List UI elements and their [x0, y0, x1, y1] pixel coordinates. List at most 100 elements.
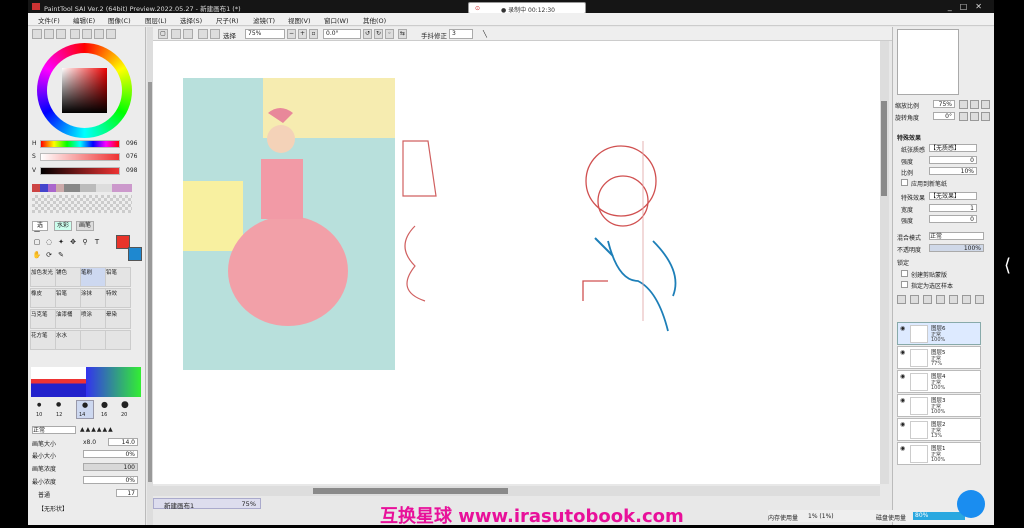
brush-slot[interactable]: 铅笔 — [55, 288, 81, 308]
scratchpad-tab[interactable] — [94, 29, 104, 39]
zoom-fit-icon[interactable] — [981, 100, 990, 109]
line-tool-icon[interactable]: ╲ — [483, 30, 487, 38]
texture-value[interactable]: 17 — [116, 489, 138, 497]
watercolor-select[interactable]: 【无效果】 — [929, 192, 977, 200]
brush-size-dot[interactable]: ● — [101, 400, 108, 409]
scratchpad[interactable] — [32, 195, 132, 213]
apply-brush-checkbox[interactable] — [901, 179, 908, 186]
zoom-reset-button[interactable]: ▫ — [309, 29, 318, 39]
menu-layer[interactable]: 图层(L) — [145, 15, 167, 25]
menu-filter[interactable]: 滤镜(T) — [253, 15, 275, 25]
deselect-button[interactable]: ▢ — [158, 29, 168, 39]
hue-slider[interactable] — [40, 140, 120, 148]
left-scroll-thumb[interactable] — [148, 82, 152, 482]
swatch-tab[interactable] — [70, 29, 80, 39]
layer-row[interactable]: ◉ 图层2 正常 13% — [897, 418, 981, 441]
hscroll-thumb[interactable] — [313, 488, 508, 494]
zoom-field[interactable]: 75% — [245, 29, 285, 39]
maximize-button[interactable]: □ — [960, 2, 976, 11]
zoom-value[interactable]: 75% — [933, 100, 955, 108]
mode-watercolor-tab[interactable]: 水彩 — [54, 221, 72, 231]
opacity-slider[interactable]: 100% — [929, 244, 984, 252]
zoom-tool-icon[interactable]: ⚲ — [80, 237, 90, 247]
fill-button[interactable] — [183, 29, 193, 39]
visibility-eye-icon[interactable]: ◉ — [900, 445, 905, 452]
rotate-ccw-icon[interactable] — [959, 112, 968, 121]
canvas-vscrollbar[interactable] — [880, 41, 889, 484]
vscroll-thumb[interactable] — [881, 101, 887, 196]
effects-title[interactable]: 特殊效果 — [897, 133, 921, 142]
move-icon[interactable]: ✥ — [68, 237, 78, 247]
stabilizer-select[interactable]: 3 — [449, 29, 473, 39]
layer-row[interactable]: ◉ 图层6 正常 100% — [897, 322, 981, 345]
brush-slot[interactable]: 特效 — [105, 288, 131, 308]
clear-layer-icon[interactable] — [949, 295, 958, 304]
brush-shape-icons[interactable]: ▲▲▲▲▲▲ — [80, 426, 114, 433]
clip-checkbox[interactable] — [901, 270, 908, 277]
brush-slot[interactable]: 喷涂 — [80, 309, 106, 329]
brush-slot[interactable]: 笔刷 — [80, 267, 106, 287]
layer-row[interactable]: ◉ 图层4 正常 100% — [897, 370, 981, 393]
layer-row[interactable]: ◉ 图层1 正常 100% — [897, 442, 981, 465]
zoom-out-icon[interactable] — [959, 100, 968, 109]
scale-value[interactable]: 10% — [929, 167, 977, 175]
sub-color-swatch[interactable] — [128, 247, 142, 261]
new-layer-icon[interactable] — [897, 295, 906, 304]
menu-ruler[interactable]: 尺子(R) — [216, 15, 239, 25]
visibility-eye-icon[interactable]: ◉ — [900, 325, 905, 332]
rotate-right-button[interactable]: ↻ — [374, 29, 383, 39]
texture-label[interactable]: 普通 — [38, 490, 50, 499]
angle-field[interactable]: 0.0° — [323, 29, 361, 39]
ref-checkbox[interactable] — [901, 281, 908, 288]
rect-select-icon[interactable]: ▢ — [32, 237, 42, 247]
brush-slot[interactable]: 铅笔 — [105, 267, 131, 287]
window-controls[interactable]: _□✕ — [948, 2, 990, 11]
brush-slot[interactable] — [80, 330, 106, 350]
merge-down-icon[interactable] — [936, 295, 945, 304]
shape-label[interactable]: 【无形状】 — [38, 504, 68, 513]
rotate-tool-icon[interactable]: ⟳ — [44, 250, 54, 260]
rotate-cw-icon[interactable] — [970, 112, 979, 121]
brush-slot[interactable]: 水水 — [55, 330, 81, 350]
user-palette-tab[interactable] — [106, 29, 116, 39]
brush-size-dot[interactable]: ● — [56, 401, 61, 408]
brush-slot[interactable]: 晕染 — [105, 309, 131, 329]
saturation-slider[interactable] — [40, 153, 120, 161]
canvas[interactable] — [153, 41, 882, 484]
brush-slot[interactable]: 加色发光 — [30, 267, 56, 287]
mixer-tab[interactable] — [82, 29, 92, 39]
sv-square[interactable] — [62, 68, 107, 113]
zoom-in-button[interactable]: + — [298, 29, 307, 39]
lasso-icon[interactable]: ◌ — [44, 237, 54, 247]
value-slider[interactable] — [40, 167, 120, 175]
swatch-row[interactable] — [32, 184, 132, 192]
delete-layer-icon[interactable] — [962, 295, 971, 304]
flip-button[interactable]: ⇆ — [398, 29, 407, 39]
min-size-value[interactable]: 0% — [83, 450, 138, 458]
color-wheel-tab[interactable] — [32, 29, 42, 39]
brush-slot[interactable] — [105, 330, 131, 350]
strength-value[interactable]: 0 — [929, 156, 977, 164]
clear-button[interactable] — [171, 29, 181, 39]
brush-size-dot[interactable]: ● — [37, 402, 41, 408]
width-value[interactable]: 1 — [929, 204, 977, 212]
mode-brush-tab[interactable]: 画笔 — [76, 221, 94, 231]
layer-row[interactable]: ◉ 图层5 正常 77% — [897, 346, 981, 369]
rotate-left-button[interactable]: ↺ — [363, 29, 372, 39]
visibility-eye-icon[interactable]: ◉ — [900, 421, 905, 428]
brush-slot[interactable]: 花方笔 — [30, 330, 56, 350]
zoom-in-icon[interactable] — [970, 100, 979, 109]
menu-view[interactable]: 视图(V) — [288, 15, 311, 25]
brush-slot[interactable]: 涂抹 — [80, 288, 106, 308]
brush-slot[interactable]: 铺色 — [55, 267, 81, 287]
visibility-eye-icon[interactable]: ◉ — [900, 373, 905, 380]
visibility-eye-icon[interactable]: ◉ — [900, 397, 905, 404]
hand-tool-icon[interactable]: ✋ — [32, 250, 42, 260]
strength2-value[interactable]: 0 — [929, 215, 977, 223]
brush-size-dot[interactable]: ● — [121, 400, 129, 410]
canvas-hscrollbar[interactable] — [153, 486, 880, 496]
rotate-reset-button[interactable]: ◦ — [385, 29, 394, 39]
density-value[interactable]: 100 — [83, 463, 138, 471]
layer-menu-icon[interactable] — [975, 295, 984, 304]
brush-slot[interactable]: 橡皮 — [30, 288, 56, 308]
